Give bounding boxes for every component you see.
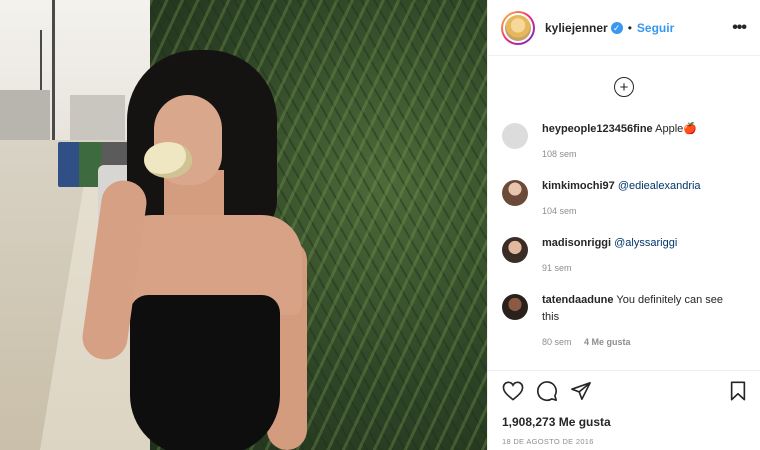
comment-username[interactable]: heypeople123456fine [542,123,653,135]
comment-item: madisonriggi @alyssariggi 91 sem [502,235,752,277]
commenter-avatar[interactable] [502,123,528,149]
comment-text: Apple🍎 [655,123,697,135]
post-dialog: kyliejenner ✓ • Seguir ••• + heypeople12… [0,0,760,450]
post-header: kyliejenner ✓ • Seguir ••• [488,0,760,56]
comment-username[interactable]: tatendaadune [542,294,614,306]
post-sidebar: kyliejenner ✓ • Seguir ••• + heypeople12… [487,0,760,450]
comment-icon[interactable] [536,380,558,402]
header-separator: • [627,20,632,35]
post-date[interactable]: 18 DE AGOSTO DE 2016 [502,437,747,446]
likes-count[interactable]: 1,908,273 Me gusta [502,415,747,429]
more-options-icon[interactable]: ••• [732,19,747,37]
plus-circle-icon[interactable]: + [614,77,634,97]
comment-username[interactable]: madisonriggi [542,237,611,249]
commenter-avatar[interactable] [502,180,528,206]
photo-subject [79,50,312,450]
comment-likes[interactable]: 4 Me gusta [584,337,631,347]
post-actions: 1,908,273 Me gusta 18 DE AGOSTO DE 2016 [488,370,760,446]
verified-badge-icon: ✓ [610,21,623,34]
author-username[interactable]: kyliejenner [545,21,608,35]
comment-time[interactable]: 104 sem [542,206,577,216]
commenter-avatar[interactable] [502,237,528,263]
follow-button[interactable]: Seguir [637,21,674,35]
commenter-avatar[interactable] [502,294,528,320]
comment-item: tatendaadune You definitely can see this… [502,292,752,351]
comment-item: heypeople123456fine Apple🍎 108 sem [502,121,752,163]
comments-list[interactable]: + heypeople123456fine Apple🍎 108 sem kim… [488,57,760,370]
heart-icon[interactable] [502,381,524,401]
share-icon[interactable] [570,381,592,401]
comment-time[interactable]: 108 sem [542,149,577,159]
comment-item: kimkimochi97 @ediealexandria 104 sem [502,178,752,220]
comment-username[interactable]: kimkimochi97 [542,180,615,192]
comment-time[interactable]: 91 sem [542,263,572,273]
comment-mention[interactable]: @ediealexandria [618,180,701,192]
post-photo[interactable] [0,0,487,450]
bookmark-icon[interactable] [729,381,747,401]
comment-time[interactable]: 80 sem [542,337,572,347]
comment-mention[interactable]: @alyssariggi [614,237,677,249]
author-avatar[interactable] [501,10,535,45]
